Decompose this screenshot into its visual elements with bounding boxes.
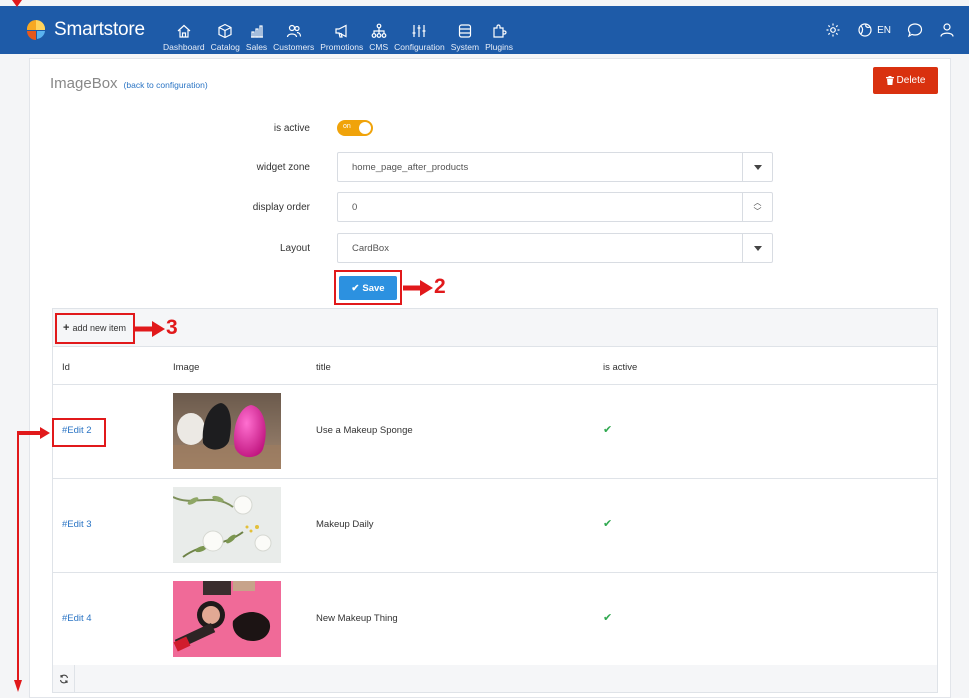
page-title: ImageBox (back to configuration)	[50, 75, 208, 92]
delete-label: Delete	[896, 75, 926, 86]
table-row: #Edit 3 Makeup Daily ✔	[53, 479, 937, 573]
annotation-arrow-right-icon	[403, 280, 433, 296]
row-title: Use a Makeup Sponge	[316, 425, 413, 436]
chart-icon	[250, 25, 263, 38]
nav-label: System	[450, 42, 480, 52]
display-order-label: display order	[252, 202, 310, 213]
page-title-text: ImageBox	[50, 75, 118, 92]
nav-label: Dashboard	[163, 42, 205, 52]
back-to-configuration-link[interactable]: (back to configuration)	[124, 80, 208, 90]
active-check-icon: ✔	[603, 518, 613, 530]
language-label: EN	[877, 24, 891, 36]
nav-item-plugins[interactable]: Plugins	[482, 14, 516, 54]
add-new-item-button[interactable]: + add new item	[63, 322, 126, 334]
nav-label: Catalog	[210, 42, 240, 52]
nav-label: Promotions	[320, 42, 364, 52]
megaphone-icon	[335, 24, 347, 38]
save-label: Save	[362, 282, 385, 294]
items-grid: + add new item Id Image title is active …	[52, 308, 938, 693]
display-order-stepper[interactable]: 0 ︿ ﹀	[337, 192, 773, 222]
grid-toolbar: + add new item	[53, 309, 937, 347]
column-header-image[interactable]: Image	[173, 362, 199, 373]
trash-icon	[885, 76, 894, 85]
user-profile-icon[interactable]	[939, 22, 955, 38]
annotation-step-number: 2	[434, 275, 446, 298]
row-title: Makeup Daily	[316, 519, 374, 530]
layout-label: Layout	[279, 243, 310, 254]
refresh-icon	[59, 674, 68, 683]
settings-gear-icon[interactable]	[825, 22, 841, 38]
check-icon: ✔	[351, 282, 360, 294]
nav-item-system[interactable]: System	[448, 14, 482, 54]
nav-label: CMS	[369, 42, 389, 52]
chevron-up-icon[interactable]: ︿	[754, 198, 762, 207]
dropdown-toggle[interactable]	[742, 234, 772, 262]
dropdown-toggle[interactable]	[742, 153, 772, 181]
nav-item-configuration[interactable]: Configuration	[391, 14, 448, 54]
delete-button[interactable]: Delete	[873, 67, 938, 94]
active-check-icon: ✔	[603, 612, 613, 624]
active-check-icon: ✔	[603, 424, 613, 436]
chevron-down-icon	[753, 164, 762, 170]
nav-label: Plugins	[485, 42, 513, 52]
row-title: New Makeup Thing	[316, 613, 398, 624]
table-row: #Edit 2 Use a Makeup Sponge ✔	[53, 385, 937, 479]
plus-icon: +	[63, 322, 70, 334]
database-icon	[458, 24, 471, 38]
is-active-toggle[interactable]: on	[337, 120, 373, 136]
nav-item-cms[interactable]: CMS	[366, 14, 391, 54]
column-header-id[interactable]: Id	[62, 362, 70, 373]
layout-value: CardBox	[352, 242, 389, 254]
save-button[interactable]: ✔ Save	[339, 276, 397, 300]
brand-name: Smartstore	[54, 19, 145, 40]
nav-label: Configuration	[394, 42, 445, 52]
nav-item-promotions[interactable]: Promotions	[317, 14, 366, 54]
main-nav: Dashboard Catalog Sales Customers Promot…	[160, 6, 516, 54]
widget-zone-select[interactable]: home_page_after_products	[337, 152, 773, 182]
nav-item-customers[interactable]: Customers	[270, 14, 317, 54]
home-icon	[177, 24, 191, 38]
toggle-knob	[359, 122, 371, 134]
toggle-state-text: on	[343, 123, 351, 130]
chat-bubble-icon[interactable]	[907, 22, 923, 38]
chevron-down-icon	[753, 245, 762, 251]
top-navbar: Smartstore Dashboard Catalog Sales Custo…	[0, 6, 969, 54]
annotation-arrow-right-icon	[135, 321, 165, 337]
is-active-label: is active	[273, 123, 310, 134]
widget-zone-label: widget zone	[256, 162, 310, 173]
users-icon	[286, 24, 301, 38]
nav-item-catalog[interactable]: Catalog	[208, 14, 243, 54]
layout-select[interactable]: CardBox	[337, 233, 773, 263]
widget-zone-value: home_page_after_products	[352, 161, 469, 173]
annotation-step-number: 3	[166, 316, 178, 339]
navbar-right-tools: EN	[825, 6, 955, 54]
grid-header: Id Image title is active	[53, 347, 937, 385]
edit-link[interactable]: #Edit 4	[62, 613, 92, 624]
grid-footer	[53, 665, 937, 692]
nav-label: Sales	[245, 42, 268, 52]
add-new-item-label: add new item	[72, 323, 126, 333]
edit-link[interactable]: #Edit 3	[62, 519, 92, 530]
stepper-buttons[interactable]: ︿ ﹀	[742, 193, 772, 221]
globe-icon	[858, 23, 872, 37]
row-image-sponge	[173, 393, 281, 469]
puzzle-icon	[493, 24, 507, 38]
annotation-long-arrow-icon	[12, 0, 50, 692]
row-image-makeup	[173, 581, 281, 657]
nav-item-sales[interactable]: Sales	[243, 14, 270, 54]
display-order-value: 0	[352, 201, 358, 213]
language-selector[interactable]: EN	[857, 22, 891, 38]
nav-label: Customers	[273, 42, 315, 52]
chevron-down-icon[interactable]: ﹀	[754, 207, 762, 216]
sitemap-icon	[371, 23, 387, 38]
table-row: #Edit 4 New Makeup Thing ✔	[53, 573, 937, 667]
column-header-is-active[interactable]: is active	[603, 362, 637, 373]
nav-item-dashboard[interactable]: Dashboard	[160, 14, 208, 54]
column-header-title[interactable]: title	[316, 362, 331, 373]
sliders-icon	[412, 25, 426, 37]
row-image-daily	[173, 487, 281, 563]
box-icon	[218, 23, 232, 39]
annotation-highlight-edit	[52, 418, 106, 447]
